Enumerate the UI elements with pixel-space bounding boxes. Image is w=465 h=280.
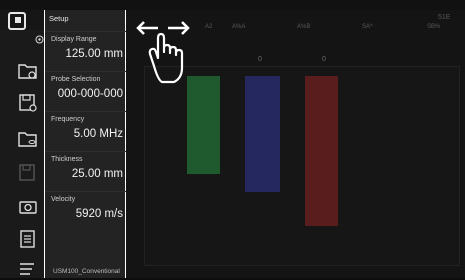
setup-panel: Setup Display Range 125.00 mm Probe Sele… (44, 10, 127, 278)
param-probe-selection[interactable]: Probe Selection 000-000-000 (45, 71, 127, 110)
param-value: 000-000-000 (57, 88, 123, 100)
menu-icon[interactable] (17, 258, 39, 280)
folder-database-icon[interactable] (17, 128, 39, 150)
gate-a (187, 76, 220, 174)
left-toolbar (0, 30, 44, 278)
param-label: Thickness (51, 156, 83, 163)
save-disabled-icon (19, 164, 35, 181)
status-text-right: 51E (438, 14, 451, 21)
param-display-range[interactable]: Display Range 125.00 mm (45, 31, 127, 70)
app-logo-icon (8, 12, 26, 30)
header-value: 0 (258, 56, 262, 63)
param-value: 5920 m/s (75, 208, 123, 220)
panel-title: Setup (49, 14, 69, 23)
param-value: 5.00 MHz (73, 128, 123, 140)
folder-settings-icon[interactable] (17, 60, 39, 82)
header-label: SA^ (362, 24, 373, 30)
header-label: A%A (232, 24, 246, 30)
gate-c (305, 76, 338, 226)
param-label: Frequency (51, 116, 85, 123)
gate-b (245, 76, 280, 192)
footer-setting-name: USM100_Conventional (53, 268, 120, 275)
header-value: 0 (322, 56, 326, 63)
param-frequency[interactable]: Frequency 5.00 MHz (45, 111, 127, 150)
gear-icon (35, 35, 44, 44)
param-label: Probe Selection (51, 76, 101, 83)
param-label: Velocity (51, 196, 76, 203)
param-label: Display Range (51, 36, 97, 43)
header-label: A2 (205, 24, 213, 30)
param-thickness[interactable]: Thickness 25.00 mm (45, 151, 127, 190)
save-settings-icon[interactable] (17, 92, 39, 114)
param-value: 125.00 mm (65, 48, 123, 60)
report-icon[interactable] (17, 228, 39, 250)
swipe-horizontal-hand-icon (136, 21, 190, 84)
camera-icon[interactable] (17, 196, 39, 218)
header-label: SB% (427, 24, 441, 30)
app-window: Setup Display Range 125.00 mm Probe Sele… (0, 0, 465, 278)
header-label: A%B (297, 24, 311, 30)
param-velocity[interactable]: Velocity 5920 m/s (45, 191, 127, 230)
param-value: 25.00 mm (71, 168, 123, 180)
